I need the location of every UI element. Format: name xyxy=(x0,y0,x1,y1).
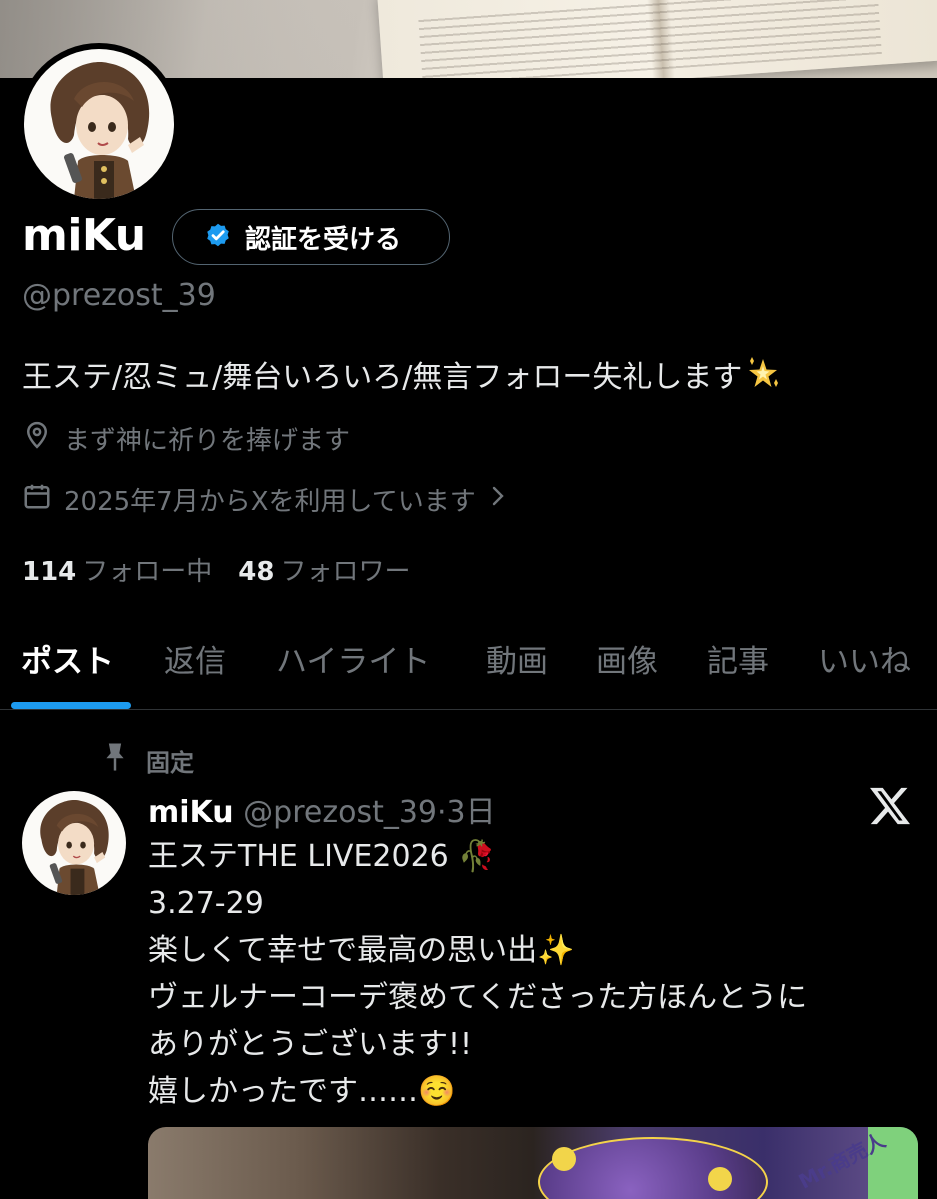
x-logo-icon[interactable] xyxy=(868,786,912,836)
tab-replies[interactable]: 返信 xyxy=(164,636,226,681)
pinned-indicator: 固定 xyxy=(100,741,194,779)
get-verified-label: 認証を受ける xyxy=(245,224,402,255)
post-line: 楽しくて幸せで最高の思い出✨ xyxy=(148,933,575,968)
post-header: miKu @prezost_39·3日 xyxy=(148,787,496,831)
display-name: miKu xyxy=(22,210,146,261)
post-body: 王ステTHE LIVE2026 🥀 3.27-29 楽しくて幸せで最高の思い出✨… xyxy=(148,833,807,1115)
post-author-name[interactable]: miKu xyxy=(148,795,234,830)
tab-images[interactable]: 画像 xyxy=(596,636,658,681)
tab-videos[interactable]: 動画 xyxy=(486,636,548,681)
following-label: フォロー中 xyxy=(82,557,213,587)
get-verified-button[interactable]: 認証を受ける xyxy=(172,209,450,265)
media-decor-dot xyxy=(552,1147,576,1171)
tab-likes[interactable]: いいね xyxy=(818,636,911,681)
calendar-icon xyxy=(22,481,52,518)
follow-stats: 114 フォロー中 48 フォロワー xyxy=(22,551,411,588)
followers-count: 48 xyxy=(238,557,275,587)
following-link[interactable]: 114 フォロー中 xyxy=(22,551,212,588)
post-author-avatar[interactable] xyxy=(22,791,126,895)
followers-link[interactable]: 48 フォロワー xyxy=(238,551,410,588)
profile-joined[interactable]: 2025年7月からXを利用しています xyxy=(22,481,508,518)
pin-icon xyxy=(100,741,130,779)
profile-handle: @prezost_39 xyxy=(22,278,216,313)
pinned-label: 固定 xyxy=(146,748,194,777)
followers-label: フォロワー xyxy=(280,557,411,587)
chevron-right-icon xyxy=(488,484,508,515)
following-count: 114 xyxy=(22,557,77,587)
active-tab-indicator xyxy=(11,702,131,709)
tab-articles[interactable]: 記事 xyxy=(707,636,769,681)
post-line: 嬉しかったです……☺️ xyxy=(148,1074,456,1109)
post-time[interactable]: ·3日 xyxy=(437,795,496,830)
media-decor-panel xyxy=(538,1137,768,1199)
sparkle-star-emoji xyxy=(746,357,780,391)
profile-bio: 王ステ/忍ミュ/舞台いろいろ/無言フォロー失礼します xyxy=(22,352,780,396)
post-media-image[interactable]: Mr.商売人 xyxy=(148,1127,918,1199)
post-author-handle[interactable]: @prezost_39 xyxy=(243,795,437,830)
bio-text: 王ステ/忍ミュ/舞台いろいろ/無言フォロー失礼します xyxy=(22,360,743,395)
post-line: 3.27-29 xyxy=(148,886,264,921)
tab-highlights[interactable]: ハイライト xyxy=(276,636,430,681)
post-line: 王ステTHE LIVE2026 🥀 xyxy=(148,839,496,874)
joined-text: 2025年7月からXを利用しています xyxy=(64,487,476,517)
location-pin-icon xyxy=(22,420,52,457)
profile-tabs: ポスト 返信 ハイライト 動画 画像 記事 いいね xyxy=(0,630,937,710)
profile-avatar[interactable] xyxy=(24,49,174,199)
location-text: まず神に祈りを捧げます xyxy=(64,426,351,456)
post-line: ヴェルナーコーデ褒めてくださった方ほんとうに xyxy=(148,980,808,1015)
tab-posts[interactable]: ポスト xyxy=(21,636,114,681)
profile-location: まず神に祈りを捧げます xyxy=(22,420,350,457)
post-line: ありがとうございます!! xyxy=(148,1027,473,1062)
media-decor-dot xyxy=(708,1167,732,1191)
verified-badge-icon xyxy=(203,220,233,254)
